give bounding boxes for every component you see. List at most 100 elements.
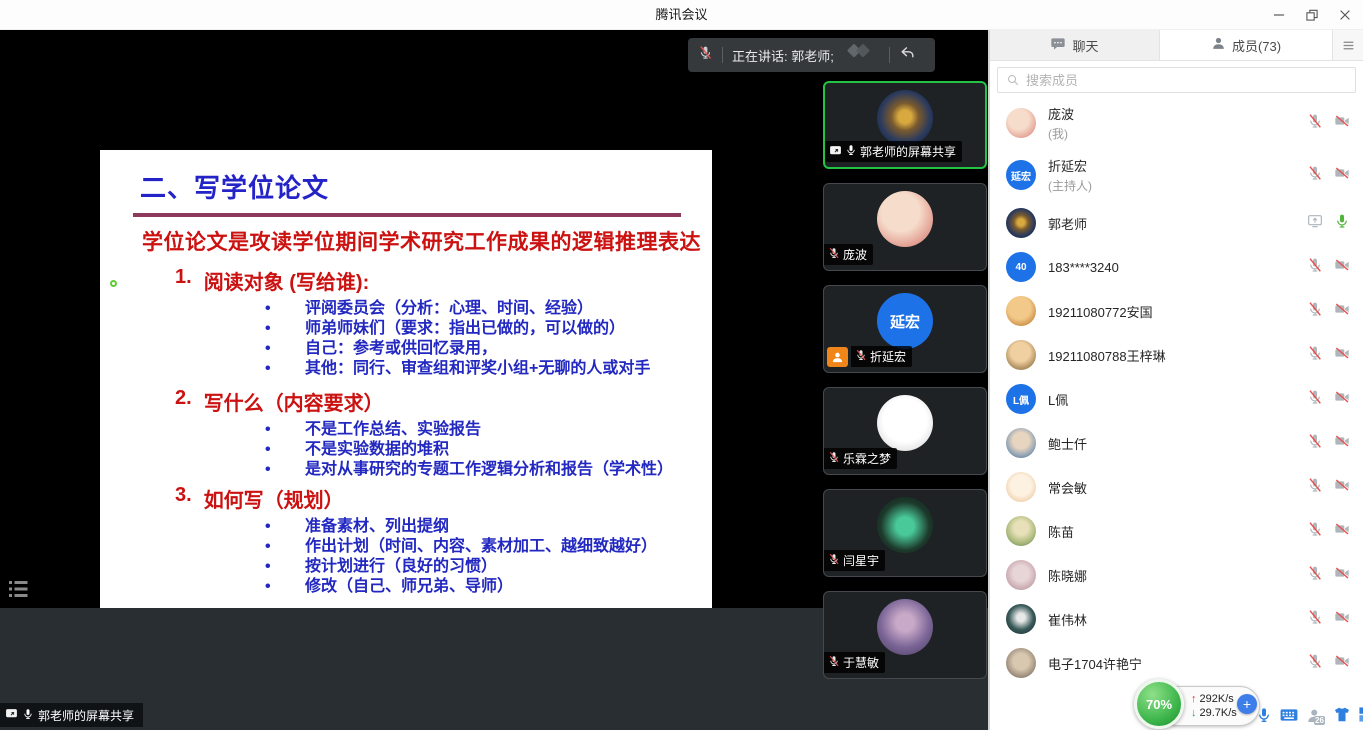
member-status-icons — [1307, 213, 1350, 234]
member-row[interactable]: 崔伟林 — [990, 597, 1363, 641]
camera-muted-icon[interactable] — [1334, 565, 1350, 586]
camera-muted-icon[interactable] — [1334, 345, 1350, 366]
thumbnail-label: 乐霖之梦 — [824, 448, 897, 469]
member-row[interactable]: 陈晓娜 — [990, 553, 1363, 597]
member-row[interactable]: 19211080788王梓琳 — [990, 333, 1363, 377]
ime-skin-icon[interactable] — [1333, 706, 1351, 728]
camera-muted-icon[interactable] — [1334, 477, 1350, 498]
video-thumbnail[interactable]: 延宏 折延宏 — [823, 285, 987, 373]
mic-muted-icon[interactable] — [1307, 345, 1323, 366]
bullet-text: 作出计划（时间、内容、素材加工、越细致越好） — [305, 537, 657, 557]
search-input[interactable] — [1026, 73, 1347, 88]
mic-muted-icon[interactable] — [1307, 653, 1323, 674]
mic-muted-icon[interactable] — [698, 45, 713, 65]
tab-members[interactable]: 成员(73) — [1160, 30, 1332, 60]
mic-on-icon[interactable] — [1334, 213, 1350, 234]
member-row[interactable]: 19211080772安国 — [990, 289, 1363, 333]
camera-muted-icon[interactable] — [1334, 389, 1350, 410]
screen-share-icon — [829, 144, 842, 160]
avatar — [1006, 340, 1036, 370]
camera-muted-icon[interactable] — [1334, 301, 1350, 322]
minimize-button[interactable] — [1262, 0, 1295, 30]
mic-muted-icon[interactable] — [1307, 477, 1323, 498]
slide-bullet-list: 不是工作总结、实验报告不是实验数据的堆积是对从事研究的专题工作逻辑分析和报告（学… — [100, 420, 712, 480]
member-row[interactable]: 鲍士仟 — [990, 421, 1363, 465]
member-name: 崔伟林 — [1048, 610, 1307, 629]
video-thumbnail[interactable]: 于慧敏 — [823, 591, 987, 679]
member-row[interactable]: 郭老师 — [990, 201, 1363, 245]
video-thumbnail[interactable]: 郭老师的屏幕共享 — [823, 81, 987, 169]
bullet-text: 师弟师妹们（要求：指出已做的，可以做的） — [305, 319, 625, 339]
video-thumbnail[interactable]: 庞波 — [823, 183, 987, 271]
member-row[interactable]: 庞波 (我) — [990, 97, 1363, 149]
mic-muted-icon[interactable] — [1307, 301, 1323, 322]
member-row[interactable]: 电子1704许艳宁 — [990, 641, 1363, 685]
avatar — [1006, 108, 1036, 138]
camera-muted-icon[interactable] — [1334, 521, 1350, 542]
slide-section: 2.写什么（内容要求） 不是工作总结、实验报告不是实验数据的堆积是对从事研究的专… — [100, 387, 712, 480]
camera-muted-icon[interactable] — [1334, 653, 1350, 674]
slide-intro-text: 学位论文是攻读学位期间学术研究工作成果的逻辑推理表达 — [142, 226, 712, 256]
avatar — [877, 191, 933, 247]
camera-muted-icon[interactable] — [1334, 257, 1350, 278]
member-status-icons — [1307, 565, 1350, 586]
mic-muted-icon[interactable] — [1307, 433, 1323, 454]
ime-user-badge-icon[interactable]: 26 — [1306, 707, 1326, 727]
mic-muted-icon[interactable] — [1307, 257, 1323, 278]
plus-button[interactable]: + — [1237, 694, 1257, 714]
member-name: 陈苗 — [1048, 522, 1307, 541]
search-box[interactable] — [997, 67, 1356, 93]
slide-section: 1.阅读对象 (写给谁): 评阅委员会（分析：心理、时间、经验）师弟师妹们（要求… — [100, 266, 712, 379]
mic-muted-icon[interactable] — [1307, 521, 1323, 542]
laser-pointer-dot — [110, 280, 117, 287]
mic-muted-icon[interactable] — [1307, 389, 1323, 410]
member-row[interactable]: L佩 L佩 — [990, 377, 1363, 421]
member-row[interactable]: 40 183****3240 — [990, 245, 1363, 289]
mic-muted-icon[interactable] — [1307, 609, 1323, 630]
slideshow-outline-icon[interactable] — [8, 579, 30, 600]
member-name: 常会敏 — [1048, 478, 1307, 497]
member-row[interactable]: 常会敏 — [990, 465, 1363, 509]
bullet-text: 评阅委员会（分析：心理、时间、经验） — [305, 299, 593, 319]
slide-bullet: 作出计划（时间、内容、素材加工、越细致越好） — [265, 537, 712, 557]
panel-more-button[interactable] — [1332, 30, 1363, 60]
mic-muted-icon[interactable] — [1307, 165, 1323, 186]
member-info: 电子1704许艳宁 — [1048, 654, 1307, 673]
member-status-icons — [1307, 257, 1350, 278]
camera-muted-icon[interactable] — [1334, 609, 1350, 630]
member-row[interactable]: 陈苗 — [990, 509, 1363, 553]
mic-muted-icon[interactable] — [1307, 113, 1323, 134]
ime-toolbox-icon[interactable] — [1358, 706, 1363, 728]
memory-speed-ball[interactable]: 70% — [1134, 679, 1184, 729]
bullet-dot — [265, 517, 305, 537]
mic-muted-icon[interactable] — [1307, 565, 1323, 586]
member-info: 崔伟林 — [1048, 610, 1307, 629]
bullet-text: 其他：同行、审查组和评奖小组+无聊的人或对手 — [305, 359, 650, 379]
camera-muted-icon[interactable] — [1334, 165, 1350, 186]
screen-share-chip: 郭老师的屏幕共享 — [0, 703, 143, 727]
bullet-dot — [265, 537, 305, 557]
avatar: L佩 — [1006, 384, 1036, 414]
video-thumbnail[interactable]: 闫星宇 — [823, 489, 987, 577]
ime-keyboard-icon[interactable] — [1279, 707, 1299, 728]
avatar — [1006, 560, 1036, 590]
avatar — [1006, 648, 1036, 678]
member-row[interactable]: 延宏 折延宏 (主持人) — [990, 149, 1363, 201]
member-info: 19211080772安国 — [1048, 302, 1307, 321]
bullet-dot — [265, 359, 305, 379]
member-info: 陈苗 — [1048, 522, 1307, 541]
bullet-text: 按计划进行（良好的习惯） — [305, 557, 497, 577]
camera-muted-icon[interactable] — [1334, 113, 1350, 134]
camera-muted-icon[interactable] — [1334, 433, 1350, 454]
slide-section: 3.如何写（规划） 准备素材、列出提纲作出计划（时间、内容、素材加工、越细致越好… — [100, 484, 712, 597]
tab-chat[interactable]: 聊天 — [990, 30, 1160, 60]
back-arrow-icon[interactable] — [899, 44, 916, 66]
video-thumbnail[interactable]: 乐霖之梦 — [823, 387, 987, 475]
screen-share-icon[interactable] — [1307, 213, 1323, 234]
close-button[interactable] — [1328, 0, 1361, 30]
tencent-meeting-window: 腾讯会议 二、写学位论文 学位论文是攻读学位期间学术研究工作成果的逻辑推理表达 … — [0, 0, 1363, 730]
avatar: 延宏 — [1006, 160, 1036, 190]
restore-button[interactable] — [1295, 0, 1328, 30]
member-list: 庞波 (我) 延宏 折延宏 (主持人) 郭 — [990, 97, 1363, 730]
slide-heading: 2.写什么（内容要求） — [175, 387, 712, 416]
